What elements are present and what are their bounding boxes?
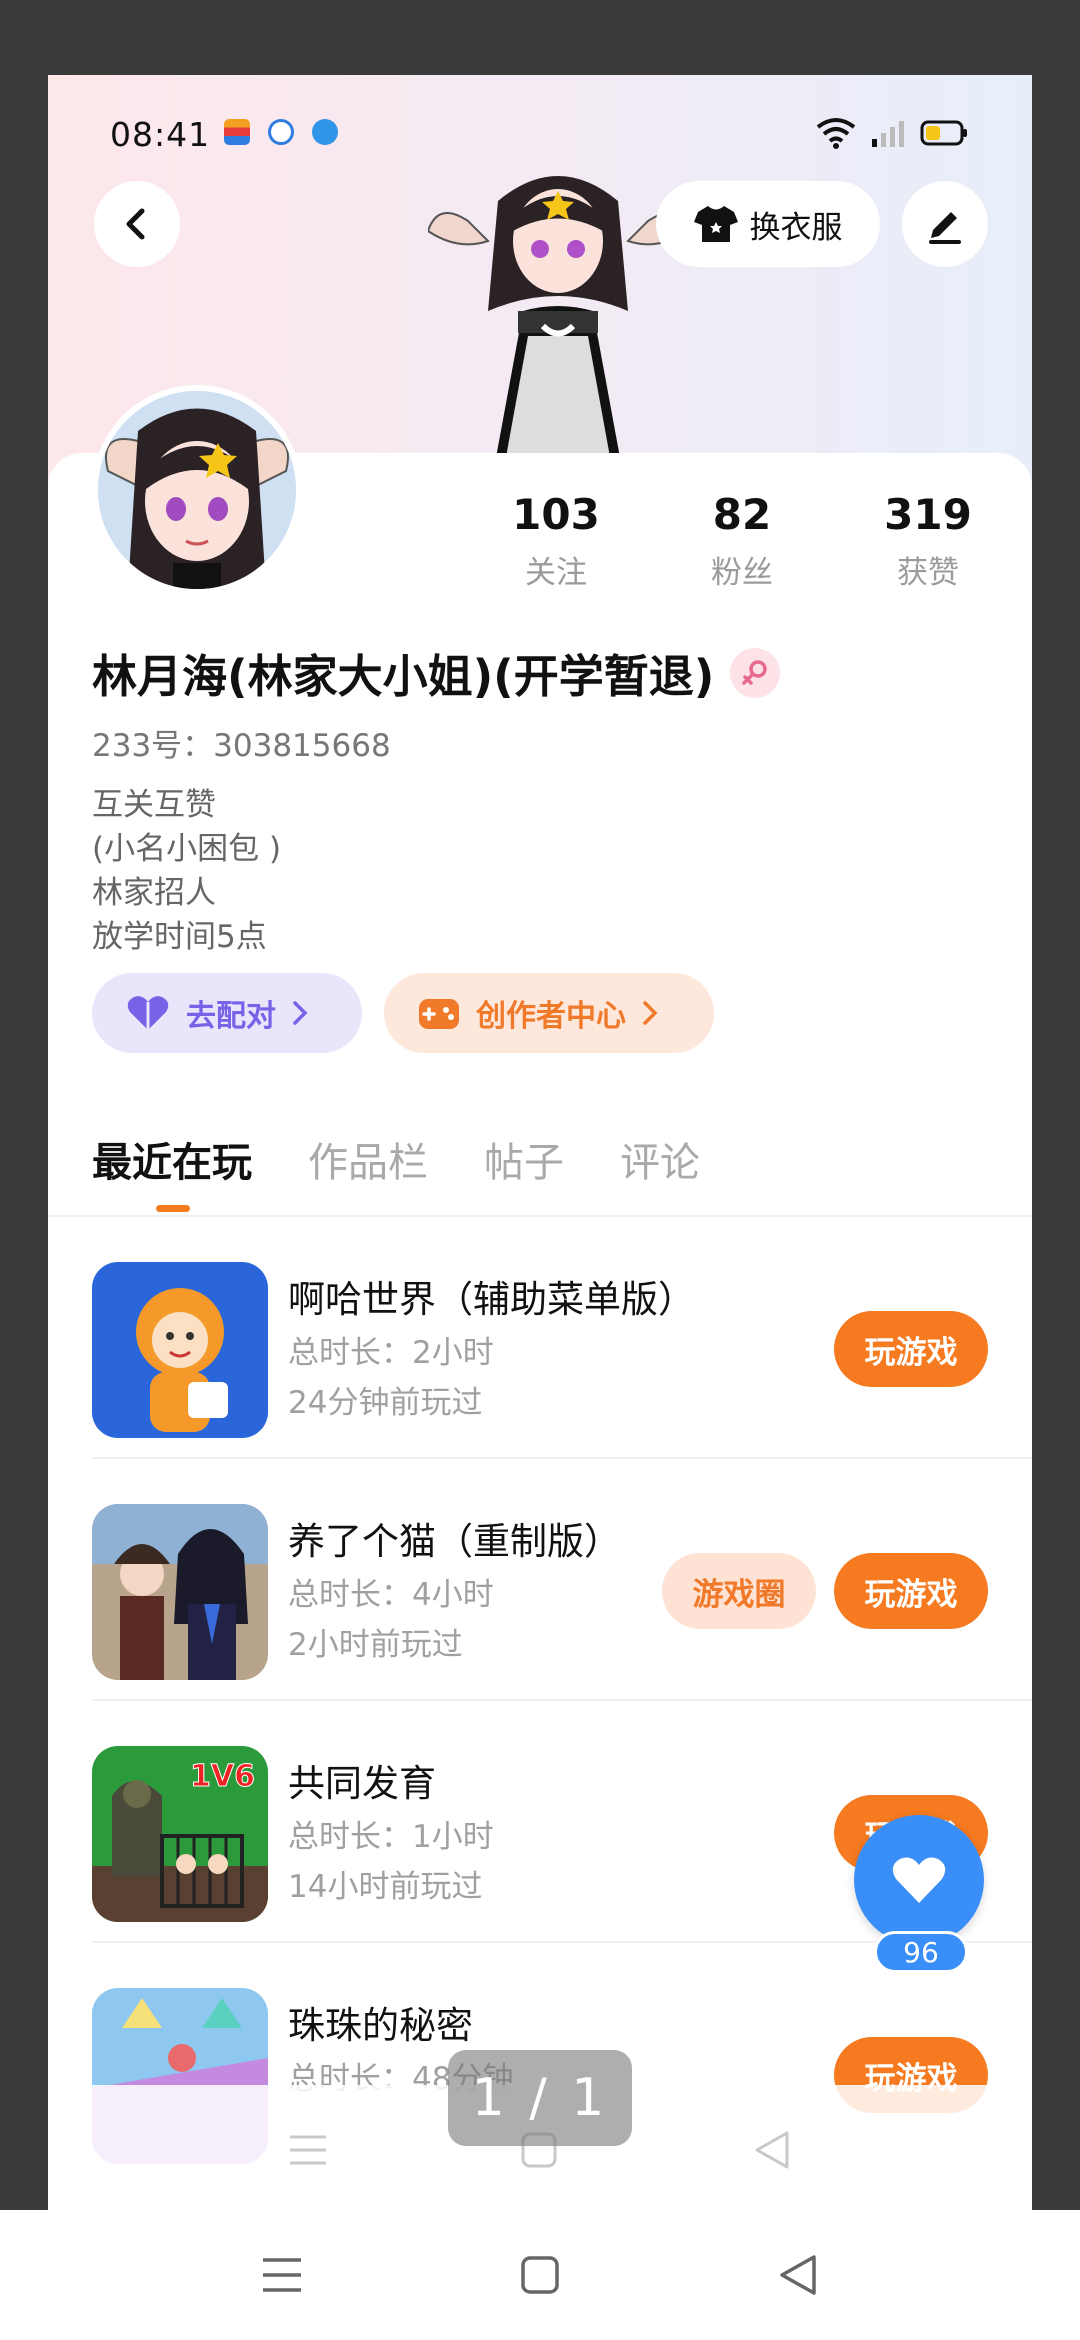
game-thumbnail (92, 1504, 268, 1680)
page-indicator: 1 / 1 (448, 2050, 632, 2146)
like-button[interactable] (854, 1815, 984, 1945)
stat-fans-value: 82 (712, 490, 772, 539)
change-outfit-label: 换衣服 (749, 209, 843, 246)
play-game-button[interactable]: 玩游戏 (834, 1553, 988, 1629)
gamepad-icon (419, 999, 459, 1029)
edit-profile-button[interactable] (902, 181, 988, 267)
pen-icon (929, 212, 961, 244)
game-last-played: 14小时前玩过 (288, 1869, 483, 1905)
female-gender-icon (730, 647, 781, 698)
game-duration: 总时长：2小时 (288, 1335, 494, 1371)
tab-comments[interactable]: 评论 (620, 1130, 700, 1188)
like-count-badge: 96 (874, 1931, 968, 1973)
back-button[interactable] (768, 2245, 828, 2305)
username: 林月海(林家大小姐)(开学暂退) (92, 640, 781, 705)
app-notification-icon (224, 119, 250, 145)
game-last-played: 24分钟前玩过 (288, 1385, 483, 1421)
chevron-right-icon (643, 1001, 658, 1025)
game-thumbnail-badge: 1V6 (190, 1759, 255, 1794)
stat-fans-label: 粉丝 (711, 555, 773, 591)
bio-line: 林家招人 (92, 875, 216, 911)
game-duration: 总时长：1小时 (288, 1819, 494, 1855)
stat-likes-value: 319 (884, 490, 972, 539)
avatar-image (98, 391, 296, 589)
game-last-played: 2小时前玩过 (288, 1627, 463, 1663)
stat-following[interactable]: 103 关注 (486, 490, 626, 592)
back-triangle-icon (780, 2255, 816, 2295)
home-square-icon (521, 2256, 559, 2294)
avatar[interactable] (92, 385, 302, 595)
game-thumbnail: 1V6 (92, 1746, 268, 1922)
game-title: 养了个猫（重制版） (288, 1520, 621, 1563)
wifi-icon (816, 118, 856, 149)
game-title: 啊哈世界（辅助菜单版） (288, 1278, 695, 1321)
status-time: 08:41 (110, 115, 211, 154)
chevron-right-icon (293, 1001, 308, 1025)
stat-likes[interactable]: 319 获赞 (858, 490, 998, 592)
chevron-left-icon (126, 208, 145, 240)
creator-center-button[interactable]: 创作者中心 (384, 973, 714, 1053)
bio: 互关互赞 (小名小困包 ) 林家招人 放学时间5点 (92, 783, 281, 959)
change-outfit-button[interactable]: 换衣服 (656, 181, 880, 267)
back-button[interactable] (94, 181, 180, 267)
signal-icon (872, 121, 904, 147)
app-screenshot: 08:41 换衣服 103 关注 82 粉丝 319 获赞 林月海(林家大小姐)… (48, 75, 1032, 2210)
battery-icon (920, 120, 967, 146)
back-triangle-icon (755, 2131, 789, 2169)
status-icons (816, 117, 968, 149)
username-text: 林月海(林家大小姐)(开学暂退) (92, 650, 715, 703)
game-row[interactable]: 养了个猫（重制版） 总时长：4小时 2小时前玩过 游戏圈 玩游戏 (92, 1459, 1032, 1701)
game-row[interactable]: 啊哈世界（辅助菜单版） 总时长：2小时 24分钟前玩过 玩游戏 (92, 1217, 1032, 1459)
menu-button[interactable] (252, 2245, 312, 2305)
stat-following-value: 103 (512, 490, 600, 539)
tab-works[interactable]: 作品栏 (308, 1130, 428, 1188)
avatar-character-figure (428, 176, 688, 501)
stat-following-label: 关注 (525, 555, 587, 591)
active-tab-indicator (156, 1205, 190, 1212)
baidu-paw-icon (268, 119, 294, 145)
user-id: 233号：303815668 (92, 728, 391, 764)
stat-fans[interactable]: 82 粉丝 (672, 490, 812, 592)
circle-app-icon (312, 119, 338, 145)
profile-tabs: 最近在玩 作品栏 帖子 评论 (92, 1130, 700, 1188)
tab-posts[interactable]: 帖子 (484, 1130, 564, 1188)
home-button[interactable] (510, 2245, 570, 2305)
bio-line: 放学时间5点 (92, 919, 267, 955)
menu-icon (290, 2135, 326, 2165)
game-circle-button[interactable]: 游戏圈 (662, 1553, 816, 1629)
game-title: 珠珠的秘密 (288, 2004, 473, 2047)
play-game-button[interactable]: 玩游戏 (834, 1311, 988, 1387)
tshirt-icon (693, 206, 738, 242)
game-thumbnail (92, 1262, 268, 1438)
tab-recently-played[interactable]: 最近在玩 (92, 1130, 252, 1188)
match-label: 去配对 (186, 999, 276, 1034)
system-navigation-bar (0, 2210, 1080, 2340)
game-duration: 总时长：4小时 (288, 1577, 494, 1613)
creator-center-label: 创作者中心 (476, 999, 626, 1034)
bio-line: 互关互赞 (92, 787, 216, 823)
heart-icon (892, 1857, 946, 1903)
game-title: 共同发育 (288, 1762, 436, 1805)
bio-line: (小名小困包 ) (92, 831, 282, 867)
match-button[interactable]: 去配对 (92, 973, 362, 1053)
heart-icon (127, 996, 169, 1030)
menu-icon (263, 2258, 301, 2292)
stat-likes-label: 获赞 (897, 555, 959, 591)
